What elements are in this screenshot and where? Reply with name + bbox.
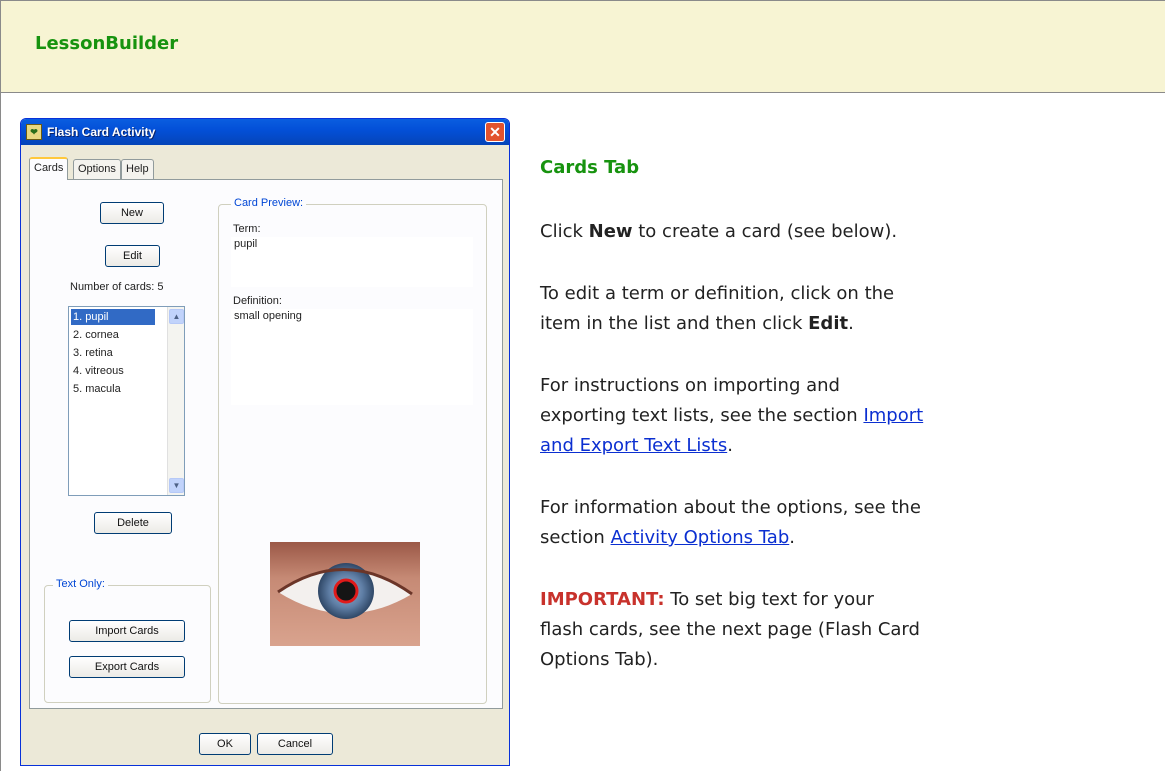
definition-label: Definition:: [233, 295, 282, 307]
text: For information about the options, see t…: [540, 497, 921, 518]
list-item[interactable]: 1. pupil: [71, 309, 155, 325]
import-cards-button[interactable]: Import Cards: [69, 620, 185, 642]
text: item in the list and then click: [540, 313, 809, 334]
paragraph-edit: To edit a term or definition, click on t…: [540, 279, 1152, 339]
paragraph-new: Click New to create a card (see below).: [540, 217, 1152, 247]
text: .: [727, 435, 733, 456]
card-list[interactable]: 1. pupil 2. cornea 3. retina 4. vitreous…: [68, 306, 185, 496]
eye-image: [270, 542, 420, 646]
section-title: Cards Tab: [540, 157, 640, 178]
scroll-down-icon[interactable]: ▼: [169, 478, 184, 493]
text: For instructions on importing and: [540, 375, 840, 396]
important-label: IMPORTANT:: [540, 589, 665, 610]
paragraph-important: IMPORTANT: To set big text for your flas…: [540, 585, 1152, 675]
bold-new: New: [588, 221, 633, 242]
text: Click: [540, 221, 589, 242]
list-item[interactable]: 3. retina: [71, 345, 113, 361]
close-icon[interactable]: ✕: [485, 122, 505, 142]
tab-options[interactable]: Options: [73, 159, 121, 179]
text: .: [848, 313, 854, 334]
bold-edit: Edit: [808, 313, 849, 334]
delete-button[interactable]: Delete: [94, 512, 172, 534]
text: flash cards, see the next page (Flash Ca…: [540, 619, 920, 640]
export-cards-button[interactable]: Export Cards: [69, 656, 185, 678]
text-only-legend: Text Only:: [53, 578, 108, 590]
cards-tab-panel: New Edit Number of cards: 5 1. pupil 2. …: [29, 179, 503, 709]
list-item[interactable]: 4. vitreous: [71, 363, 124, 379]
import-export-link[interactable]: and Export Text Lists: [540, 435, 727, 456]
text: to create a card (see below).: [632, 221, 898, 242]
list-item[interactable]: 2. cornea: [71, 327, 119, 343]
number-of-cards-label: Number of cards: 5: [70, 281, 164, 293]
dialog-title: Flash Card Activity: [47, 125, 156, 139]
text: .: [789, 527, 795, 548]
paragraph-import: For instructions on importing and export…: [540, 371, 1152, 461]
header-bar: LessonBuilder: [0, 0, 1165, 93]
tab-help[interactable]: Help: [121, 159, 154, 179]
scroll-up-icon[interactable]: ▲: [169, 309, 184, 324]
cancel-button[interactable]: Cancel: [257, 733, 333, 755]
text: section: [540, 527, 611, 548]
edit-button[interactable]: Edit: [105, 245, 160, 267]
card-preview-legend: Card Preview:: [231, 197, 307, 209]
page-title: LessonBuilder: [35, 33, 179, 54]
tab-cards[interactable]: Cards: [29, 157, 69, 180]
paragraph-options: For information about the options, see t…: [540, 493, 1152, 553]
text-only-group: Text Only: Import Cards Export Cards: [44, 578, 211, 703]
eye-pupil: [333, 578, 359, 604]
activity-options-link[interactable]: Activity Options Tab: [611, 527, 790, 548]
dialog-titlebar: ❤ Flash Card Activity ✕: [21, 119, 509, 145]
import-export-link[interactable]: Import: [863, 405, 923, 426]
text: exporting text lists, see the section: [540, 405, 864, 426]
flash-card-dialog: ❤ Flash Card Activity ✕ Cards Options He…: [20, 118, 510, 766]
term-value: pupil: [231, 237, 473, 287]
term-label: Term:: [233, 223, 261, 235]
text: To set big text for your: [664, 589, 874, 610]
list-scrollbar[interactable]: ▲ ▼: [167, 307, 184, 495]
new-button[interactable]: New: [100, 202, 164, 224]
app-icon: ❤: [26, 124, 42, 140]
text: Options Tab).: [540, 649, 659, 670]
list-item[interactable]: 5. macula: [71, 381, 121, 397]
ok-button[interactable]: OK: [199, 733, 251, 755]
definition-value: small opening: [231, 309, 473, 405]
text: To edit a term or definition, click on t…: [540, 283, 895, 304]
